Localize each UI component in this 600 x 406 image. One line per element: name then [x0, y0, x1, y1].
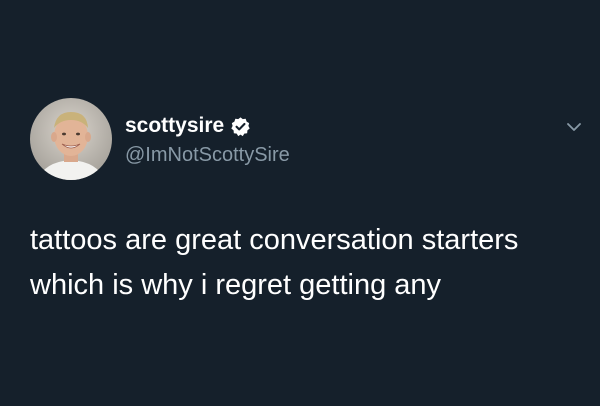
- tweet-text-line: which is why i regret getting any: [30, 269, 442, 301]
- avatar[interactable]: [30, 98, 112, 180]
- avatar-image: [30, 98, 112, 180]
- chevron-down-icon[interactable]: [562, 115, 586, 139]
- author-handle[interactable]: @ImNotScottySire: [125, 142, 290, 168]
- tweet-card: scottysire @ImNotScottySire tattoos are …: [0, 0, 600, 406]
- tweet-text-line: tattoos are great conversation starters: [30, 224, 519, 256]
- tweet-text: tattoos are great conversation starters …: [30, 218, 590, 308]
- author-name-row: scottysire: [125, 113, 251, 139]
- verified-badge-icon: [230, 116, 251, 137]
- display-name[interactable]: scottysire: [125, 113, 224, 139]
